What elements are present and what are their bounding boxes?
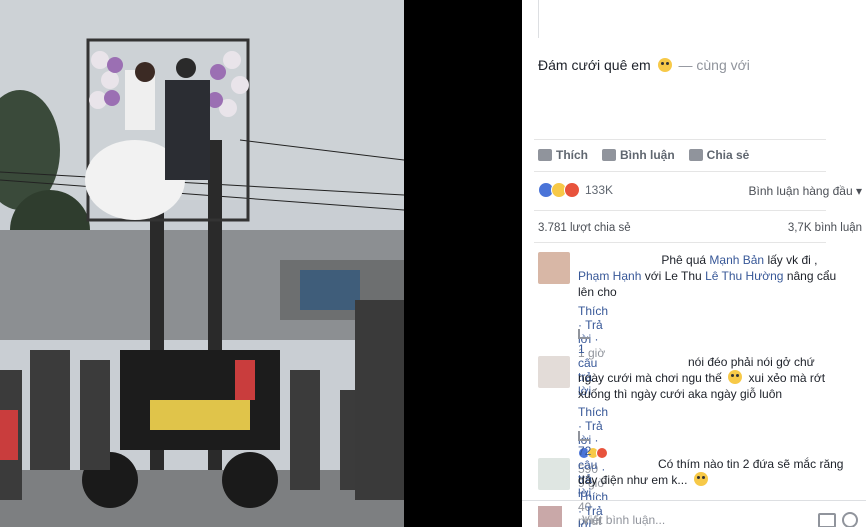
reaction-summary[interactable]: 133K — [538, 182, 613, 198]
avatar[interactable] — [538, 252, 570, 284]
sort-label: Bình luận hàng đầu — [748, 184, 853, 198]
share-label: Chia sẻ — [706, 148, 750, 162]
comment-text-part: nói đéo phải nói gở chứ — [688, 355, 815, 369]
reply-arrow-icon — [578, 329, 590, 339]
reaction-count: 133K — [585, 183, 614, 197]
wedding-photo — [0, 0, 404, 527]
post-caption: Đám cưới quê em — cùng với — [538, 57, 750, 73]
post-sidebar: Đám cưới quê em — cùng với Thích Bình lu… — [522, 0, 866, 527]
post-photo[interactable] — [0, 0, 404, 527]
comment-icon — [602, 149, 616, 161]
avatar — [538, 506, 562, 527]
thumbs-up-icon — [538, 149, 552, 161]
caret-down-icon: ▾ — [855, 184, 862, 198]
post-header-border — [538, 0, 539, 38]
mention-link[interactable]: Lê Thu Hường — [705, 269, 783, 283]
comment-text-part: Phê quá — [661, 253, 707, 267]
comment-text-part: Có thím nào tin 2 đứa sẽ mắc răng — [658, 457, 844, 471]
comment-text: Phê quá Mạnh Bản lấy vk đi , Phạm Hạnh v… — [578, 252, 848, 300]
divider — [534, 242, 826, 243]
comment-like-button[interactable]: Thích — [578, 304, 608, 318]
share-icon — [688, 149, 703, 161]
reply-arrow-icon — [578, 431, 590, 441]
post-actions: Thích Bình luận Chia sẻ — [538, 148, 749, 162]
comment-text-part: lấy vk đi , — [767, 253, 818, 267]
divider — [534, 171, 826, 172]
like-label: Thích — [556, 148, 588, 162]
photo-viewer-background — [404, 0, 522, 527]
avatar[interactable] — [538, 356, 570, 388]
share-button[interactable]: Chia sẻ — [688, 148, 750, 162]
comment-sort-dropdown[interactable]: Bình luận hàng đầu ▾ — [749, 184, 862, 198]
comment-text-part: ngày cưới mà chơi ngu thế — [578, 371, 722, 385]
like-button[interactable]: Thích — [538, 148, 588, 162]
comment-text-part: xuống thì ngày cưới aka ngày giỗ luôn — [578, 387, 783, 401]
comment-button[interactable]: Bình luận — [602, 148, 675, 162]
sticker-icon[interactable] — [842, 512, 858, 527]
caption-text: Đám cưới quê em — [538, 57, 651, 73]
with-text[interactable]: — cùng với — [678, 57, 749, 73]
comment-composer: Viết bình luận... — [522, 500, 866, 527]
mention-link[interactable]: Mạnh Bản — [709, 253, 764, 267]
emoji-icon — [657, 58, 672, 72]
comment-text-part: xui xẻo mà rớt — [748, 371, 826, 385]
camera-icon[interactable] — [818, 513, 836, 527]
comment-count[interactable]: 3,7K bình luận — [788, 222, 862, 234]
comment-input[interactable]: Viết bình luận... — [582, 513, 665, 527]
mention-link[interactable]: Phạm Hạnh — [578, 269, 641, 283]
emoji-icon — [693, 472, 708, 486]
comment-like-button[interactable]: Thích — [578, 405, 608, 419]
comment-text: Có thím nào tin 2 đứa sẽ mắc răng dây đi… — [578, 456, 848, 488]
comment-text-part: với Le Thu — [644, 269, 702, 283]
comment-text: nói đéo phải nói gở chứ ngày cưới mà chơ… — [578, 354, 848, 402]
divider — [534, 210, 826, 211]
angry-reaction-icon — [564, 182, 580, 198]
comment-label: Bình luận — [620, 148, 675, 162]
emoji-icon — [728, 370, 743, 384]
comment-text-part: dây điện như em k... — [578, 473, 688, 487]
avatar[interactable] — [538, 458, 570, 490]
share-count[interactable]: 3.781 lượt chia sẻ — [538, 222, 631, 234]
divider — [534, 139, 826, 140]
